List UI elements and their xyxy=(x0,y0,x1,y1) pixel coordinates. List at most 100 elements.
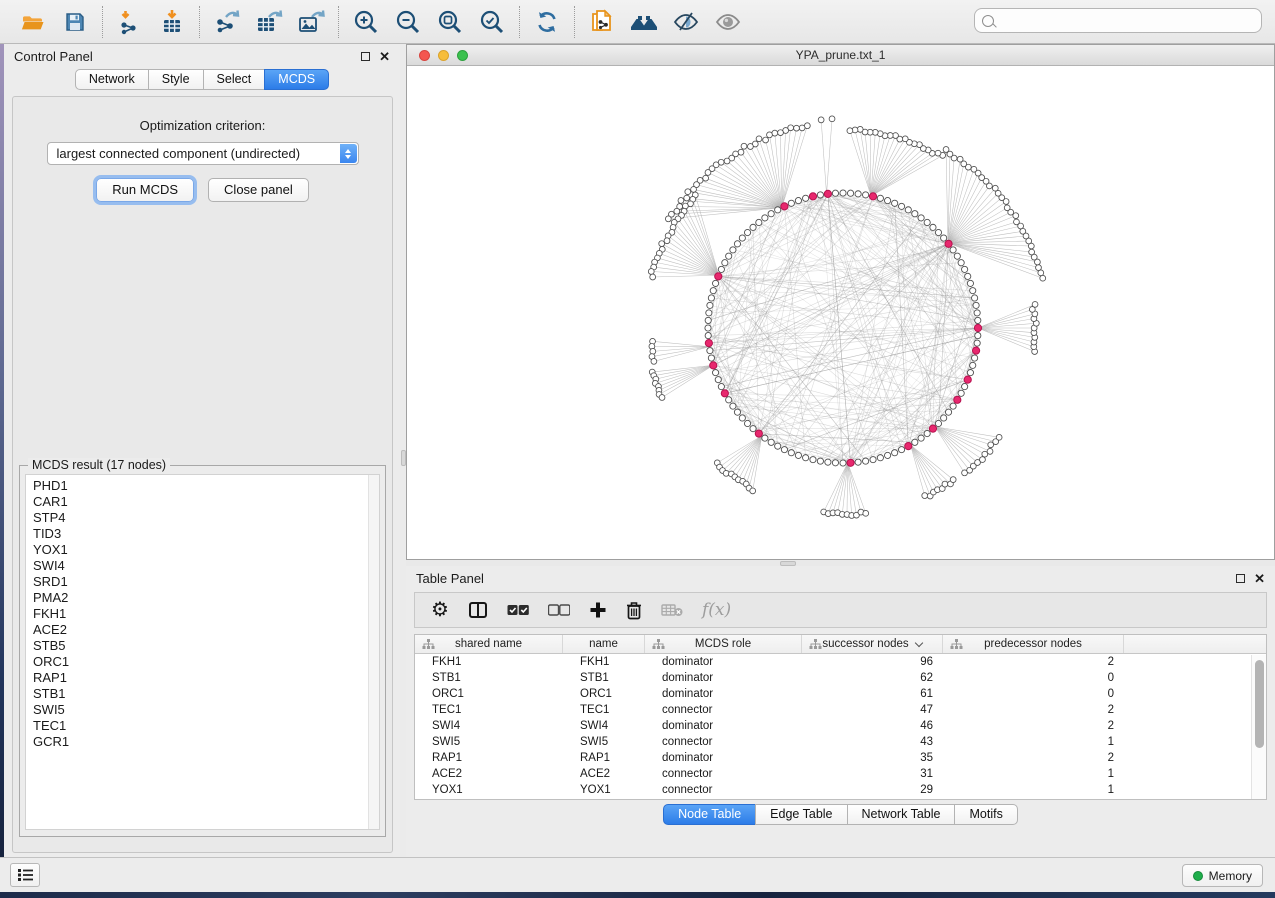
save-session-button[interactable] xyxy=(58,6,92,38)
tab-node-table[interactable]: Node Table xyxy=(663,804,756,825)
network-node[interactable] xyxy=(762,435,768,441)
network-node[interactable] xyxy=(795,452,801,458)
network-node[interactable] xyxy=(712,369,718,375)
satellite-node[interactable] xyxy=(738,149,744,155)
export-image-button[interactable] xyxy=(294,6,328,38)
mcds-result-list[interactable]: PHD1CAR1STP4TID3YOX1SWI4SRD1PMA2FKH1ACE2… xyxy=(25,474,380,830)
satellite-node[interactable] xyxy=(992,185,998,191)
table-row[interactable]: PHD1PHD1dominator180 xyxy=(415,798,1266,800)
maximize-window-traffic-light[interactable] xyxy=(457,50,468,61)
satellite-node[interactable] xyxy=(691,187,697,193)
search-field[interactable] xyxy=(974,8,1262,33)
dominator-node[interactable] xyxy=(945,240,952,247)
network-node[interactable] xyxy=(726,397,732,403)
network-node[interactable] xyxy=(892,450,898,456)
network-node[interactable] xyxy=(710,288,716,294)
satellite-node[interactable] xyxy=(863,510,869,516)
satellite-node[interactable] xyxy=(922,493,928,499)
satellite-node[interactable] xyxy=(664,238,670,244)
network-node[interactable] xyxy=(912,439,918,445)
network-node[interactable] xyxy=(930,224,936,230)
network-window-titlebar[interactable]: YPA_prune.txt_1 xyxy=(407,45,1274,66)
network-node[interactable] xyxy=(847,190,853,196)
network-node[interactable] xyxy=(825,459,831,465)
satellite-node[interactable] xyxy=(902,136,908,142)
satellite-node[interactable] xyxy=(665,216,671,222)
satellite-node[interactable] xyxy=(678,198,684,204)
network-node[interactable] xyxy=(734,241,740,247)
network-node[interactable] xyxy=(970,288,976,294)
dominator-node[interactable] xyxy=(964,376,971,383)
close-window-traffic-light[interactable] xyxy=(419,50,430,61)
mcds-result-item[interactable]: RAP1 xyxy=(33,670,379,686)
memory-button[interactable]: Memory xyxy=(1182,864,1263,887)
satellite-node[interactable] xyxy=(1029,249,1035,255)
network-node[interactable] xyxy=(918,215,924,221)
satellite-node[interactable] xyxy=(659,241,665,247)
network-node[interactable] xyxy=(840,190,846,196)
zoom-fit-button[interactable] xyxy=(433,6,467,38)
network-node[interactable] xyxy=(973,302,979,308)
tab-select[interactable]: Select xyxy=(203,69,266,90)
column-header-MCDS-role[interactable]: MCDS role xyxy=(645,635,802,653)
network-node[interactable] xyxy=(958,390,964,396)
satellite-node[interactable] xyxy=(684,195,690,201)
network-node[interactable] xyxy=(706,310,712,316)
network-node[interactable] xyxy=(898,203,904,209)
network-graph[interactable] xyxy=(407,66,1274,559)
network-node[interactable] xyxy=(803,195,809,201)
network-node[interactable] xyxy=(750,224,756,230)
network-node[interactable] xyxy=(972,295,978,301)
network-node[interactable] xyxy=(788,200,794,206)
network-node[interactable] xyxy=(962,383,968,389)
refresh-layout-button[interactable] xyxy=(530,6,564,38)
table-row[interactable]: ORC1ORC1dominator610 xyxy=(415,686,1266,702)
satellite-node[interactable] xyxy=(971,166,977,172)
export-network-button[interactable] xyxy=(210,6,244,38)
satellite-node[interactable] xyxy=(724,158,730,164)
deselect-all-columns-button[interactable] xyxy=(548,598,570,622)
dominator-node[interactable] xyxy=(905,443,912,450)
network-node[interactable] xyxy=(726,253,732,259)
search-network-button[interactable] xyxy=(627,6,661,38)
show-column-panel-button[interactable] xyxy=(468,598,488,622)
network-node[interactable] xyxy=(705,325,711,331)
dominator-node[interactable] xyxy=(705,340,712,347)
network-node[interactable] xyxy=(855,459,861,465)
satellite-node[interactable] xyxy=(1040,275,1046,281)
mcds-list-scrollbar[interactable] xyxy=(368,475,379,829)
satellite-node[interactable] xyxy=(659,395,665,401)
network-node[interactable] xyxy=(718,266,724,272)
network-node[interactable] xyxy=(905,207,911,213)
network-node[interactable] xyxy=(974,340,980,346)
network-node[interactable] xyxy=(892,200,898,206)
network-node[interactable] xyxy=(722,260,728,266)
network-node[interactable] xyxy=(715,377,721,383)
tab-edge-table[interactable]: Edge Table xyxy=(755,804,847,825)
network-node[interactable] xyxy=(954,253,960,259)
delete-columns-button[interactable] xyxy=(626,598,642,622)
table-row[interactable]: RAP1RAP1dominator352 xyxy=(415,750,1266,766)
column-header-predecessor-nodes[interactable]: predecessor nodes xyxy=(943,635,1124,653)
network-node[interactable] xyxy=(832,190,838,196)
dominator-node[interactable] xyxy=(721,390,728,397)
splitter-grip[interactable] xyxy=(401,450,406,466)
network-node[interactable] xyxy=(817,458,823,464)
satellite-node[interactable] xyxy=(750,488,756,494)
float-panel-icon[interactable] xyxy=(361,52,370,61)
satellite-node[interactable] xyxy=(957,156,963,162)
satellite-node[interactable] xyxy=(1032,302,1038,308)
satellite-node[interactable] xyxy=(847,128,853,134)
mcds-result-item[interactable]: STP4 xyxy=(33,510,379,526)
satellite-node[interactable] xyxy=(651,358,657,364)
network-node[interactable] xyxy=(803,455,809,461)
task-history-button[interactable] xyxy=(10,863,40,887)
mcds-result-item[interactable]: SWI5 xyxy=(33,702,379,718)
zoom-in-button[interactable] xyxy=(349,6,383,38)
dominator-node[interactable] xyxy=(972,347,979,354)
dominator-node[interactable] xyxy=(809,193,816,200)
satellite-node[interactable] xyxy=(685,189,691,195)
network-node[interactable] xyxy=(705,317,711,323)
network-node[interactable] xyxy=(924,430,930,436)
satellite-node[interactable] xyxy=(1036,265,1042,271)
